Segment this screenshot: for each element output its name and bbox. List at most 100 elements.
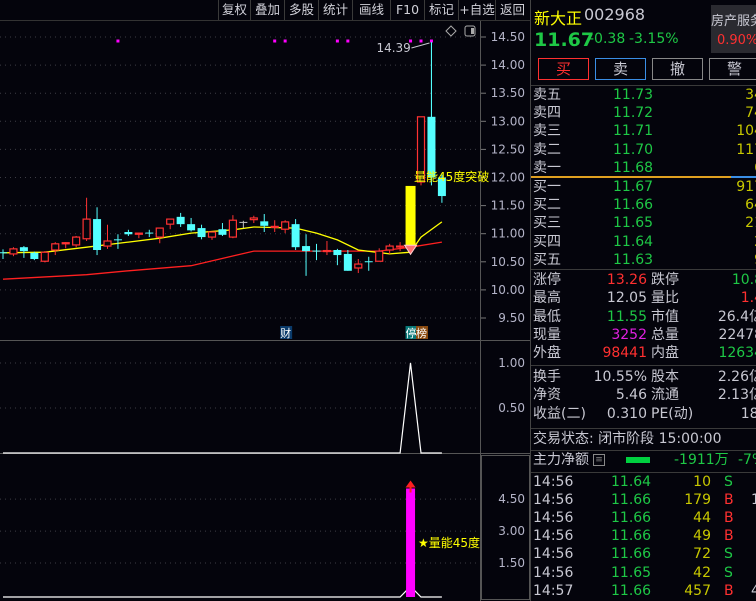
stat-label: 跌停	[651, 272, 679, 288]
kline-chart[interactable]: 14.50 14.00 13.50 13.00 12.50 12.00 11.50 11.00…	[0, 0, 530, 601]
candle-body	[82, 218, 91, 240]
main-flow-pct: -7%	[738, 452, 756, 468]
ask-label: 卖五	[533, 87, 561, 103]
price-change: -0.38	[589, 31, 626, 47]
list-icon[interactable]: ≡	[593, 454, 605, 466]
candle-body	[427, 116, 436, 178]
bid-label: 买三	[533, 215, 561, 232]
tick-row[interactable]: 14:56 11.66 44 B	[531, 509, 756, 527]
bid-price: 11.63	[613, 251, 654, 268]
candle-body	[124, 232, 133, 235]
price-tick-label: 12.50	[491, 142, 525, 156]
buy-button[interactable]: 买	[538, 58, 589, 80]
price-tick-label: 10.00	[491, 283, 525, 297]
tick-row[interactable]: 14:56 11.66 49 B	[531, 527, 756, 545]
candle-body	[354, 263, 363, 269]
bid-row[interactable]: 买二 11.66 64	[531, 196, 756, 214]
tick-volume: 42	[693, 564, 711, 581]
tick-time: 14:56	[533, 492, 574, 509]
panel-toggle-icon-fill	[471, 28, 474, 34]
tick-row[interactable]: 14:56 11.65 42 S	[531, 564, 756, 582]
ask-price: 11.70	[613, 141, 654, 158]
stat-value: 11.55	[606, 308, 647, 325]
tick-time: 14:57	[533, 582, 574, 599]
stat-label: 外盘	[533, 345, 561, 362]
tick-side: S	[724, 564, 733, 581]
candle-body	[270, 225, 279, 228]
sub2-tick-label: 1.50	[498, 556, 525, 570]
stat-value: 22478	[718, 326, 756, 343]
divider	[531, 428, 756, 429]
fund-value: 0.310	[606, 405, 647, 422]
stat-row[interactable]: 外盘 98441内盘 12634	[531, 344, 756, 362]
ask-row[interactable]: 卖二 11.70 117	[531, 141, 756, 159]
event-tag: 榜	[416, 326, 427, 340]
top-marker	[116, 39, 120, 43]
sub2-tick-label: 4.50	[498, 492, 525, 506]
bid-price: 11.66	[613, 197, 654, 214]
ask-price: 11.73	[613, 87, 654, 103]
high-price-label: 14.39	[376, 41, 410, 55]
price-tick-label: 14.50	[491, 30, 525, 44]
tick-row[interactable]: 14:56 11.66 179 B1	[531, 491, 756, 509]
candle-body	[145, 232, 154, 234]
ask-row[interactable]: 卖五 11.73 34	[531, 86, 756, 104]
fund-value: 10.55%	[593, 369, 647, 385]
sell-button[interactable]: 卖	[595, 58, 646, 80]
tick-row[interactable]: 14:56 11.64 10 S	[531, 473, 756, 491]
fund-value: 5.46	[615, 387, 647, 404]
stat-label: 总量	[651, 326, 679, 343]
fund-label: 股本	[651, 369, 679, 385]
sub2-line	[3, 585, 442, 598]
ask-row[interactable]: 卖四 11.72 74	[531, 104, 756, 122]
alert-button[interactable]: 警	[709, 58, 756, 80]
ask-bid-divider-blue	[731, 176, 756, 178]
bid-row[interactable]: 买五11.639	[531, 251, 756, 269]
stat-row[interactable]: 涨停 13.26跌停 10.8	[531, 271, 756, 289]
candle-body	[30, 252, 39, 259]
ask-label: 卖一	[533, 159, 561, 176]
candle-body	[333, 249, 342, 256]
fund-row[interactable]: 收益(二) 0.310PE(动) 18.	[531, 405, 756, 423]
cancel-button[interactable]: 撤	[652, 58, 703, 80]
last-price: 11.67	[534, 29, 595, 51]
tick-row[interactable]: 14:56 11.66 72 S	[531, 545, 756, 563]
top-marker	[335, 39, 339, 43]
ask-price: 11.71	[613, 123, 654, 140]
candle-body	[239, 221, 248, 223]
fund-row[interactable]: 换手 10.55%股本 2.26亿	[531, 368, 756, 386]
tick-time: 14:56	[533, 510, 574, 527]
ask-row[interactable]: 卖一11.686	[531, 159, 756, 177]
tick-price: 11.64	[611, 474, 652, 490]
ask-price: 11.68	[613, 159, 654, 176]
sector-box[interactable]: 房产服务 0.90%	[711, 5, 756, 53]
price-tick-label: 11.00	[491, 227, 525, 241]
fund-label: 流通	[651, 387, 679, 404]
top-marker	[419, 39, 423, 43]
stat-value: 26.4亿	[717, 308, 756, 325]
stat-row[interactable]: 现量 3252总量 22478	[531, 326, 756, 344]
ask-row[interactable]: 卖三 11.71 104	[531, 122, 756, 140]
sub1-tick-label: 0.50	[498, 401, 525, 415]
stat-row[interactable]: 最高 12.05量比 1.4	[531, 289, 756, 307]
tick-side: B	[724, 492, 734, 509]
candle-body	[166, 218, 175, 225]
bid-row[interactable]: 买四11.642	[531, 233, 756, 251]
fund-value: 18.	[740, 405, 756, 422]
ask-label: 卖四	[533, 105, 561, 122]
price-tick-label: 11.50	[491, 199, 525, 213]
fund-row[interactable]: 净资 5.46流通 2.13亿	[531, 386, 756, 404]
tick-time: 14:56	[533, 546, 574, 563]
tick-side: B	[724, 510, 734, 527]
candle-body	[396, 245, 405, 248]
bid-row[interactable]: 买一 11.67 917	[531, 178, 756, 196]
candle-body	[19, 247, 28, 252]
stat-value: 98441	[602, 345, 647, 362]
tick-row[interactable]: 14:57 11.66 457 B4	[531, 582, 756, 600]
sector-name: 房产服务	[711, 14, 756, 29]
stat-row[interactable]: 最低 11.55市值 26.4亿	[531, 308, 756, 326]
bid-row[interactable]: 买三 11.65 21	[531, 214, 756, 232]
stat-label: 最低	[533, 308, 561, 325]
candle-body	[134, 232, 143, 235]
candle-body	[187, 224, 196, 231]
